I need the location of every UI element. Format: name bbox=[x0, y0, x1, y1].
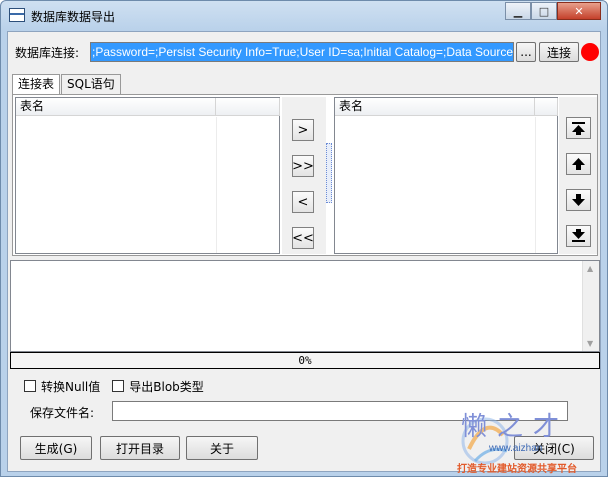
tables-tab-panel: 表名 > >> < << 表名 bbox=[12, 94, 598, 256]
maximize-button[interactable]: □ bbox=[531, 2, 557, 20]
remove-one-button[interactable]: < bbox=[292, 191, 314, 213]
move-bottom-icon bbox=[572, 229, 585, 242]
watermark-url: www.aizhan bbox=[489, 443, 543, 454]
generate-button[interactable]: 生成(G) bbox=[20, 436, 92, 460]
window-title: 数据库数据导出 bbox=[31, 10, 116, 24]
scroll-down-icon[interactable]: ▼ bbox=[587, 339, 593, 348]
close-window-button[interactable]: ✕ bbox=[557, 2, 601, 20]
target-list-body[interactable] bbox=[335, 117, 557, 253]
save-filename-label: 保存文件名: bbox=[30, 406, 95, 420]
window-controls: ▁ □ ✕ bbox=[505, 2, 601, 20]
open-directory-button[interactable]: 打开目录 bbox=[100, 436, 180, 460]
tab-tables[interactable]: 连接表 bbox=[12, 74, 61, 95]
connection-status-indicator bbox=[581, 43, 599, 61]
export-blob-checkbox[interactable] bbox=[112, 380, 125, 392]
source-list-header: 表名 bbox=[16, 98, 280, 116]
export-options: 转换Null值 导出Blob类型 bbox=[24, 378, 216, 394]
browse-connection-button[interactable]: ... bbox=[516, 42, 536, 62]
tab-sql[interactable]: SQL语句 bbox=[61, 74, 121, 94]
connection-string-value: ;Password=;Persist Security Info=True;Us… bbox=[91, 43, 514, 61]
target-column-tablename[interactable]: 表名 bbox=[335, 98, 535, 116]
move-down-icon bbox=[572, 194, 585, 206]
move-up-icon bbox=[572, 158, 585, 170]
progress-text: 0% bbox=[298, 354, 312, 367]
transfer-buttons: > >> < << bbox=[282, 97, 326, 254]
target-table-list[interactable]: 表名 bbox=[334, 97, 558, 254]
move-bottom-button[interactable] bbox=[566, 225, 591, 247]
convert-null-checkbox[interactable] bbox=[24, 380, 36, 392]
watermark-tagline: 打造专业建站资源共享平台 bbox=[457, 464, 577, 475]
watermark-brand: 懒之才 bbox=[461, 412, 570, 442]
add-one-button[interactable]: > bbox=[292, 119, 314, 141]
log-output[interactable]: ▲ ▼ bbox=[10, 260, 600, 352]
move-top-button[interactable] bbox=[566, 117, 591, 139]
connect-button[interactable]: 连接 bbox=[539, 42, 579, 62]
source-column-divider bbox=[216, 117, 217, 253]
move-up-button[interactable] bbox=[566, 153, 591, 175]
add-all-button[interactable]: >> bbox=[292, 155, 314, 177]
move-down-button[interactable] bbox=[566, 189, 591, 211]
panel-splitter[interactable] bbox=[326, 143, 332, 203]
database-app-icon bbox=[9, 8, 25, 22]
app-window: 数据库数据导出 ▁ □ ✕ 数据库连接: ;Password=;Persist … bbox=[0, 0, 608, 477]
title-bar[interactable]: 数据库数据导出 ▁ □ ✕ bbox=[1, 1, 607, 31]
order-buttons bbox=[559, 97, 597, 254]
export-blob-label[interactable]: 导出Blob类型 bbox=[129, 378, 204, 395]
connection-row: 数据库连接: ;Password=;Persist Security Info=… bbox=[8, 40, 602, 64]
connection-label: 数据库连接: bbox=[15, 46, 80, 60]
connection-string-input[interactable]: ;Password=;Persist Security Info=True;Us… bbox=[90, 42, 514, 62]
remove-all-button[interactable]: << bbox=[292, 227, 314, 249]
target-list-header: 表名 bbox=[335, 98, 558, 116]
scroll-up-icon[interactable]: ▲ bbox=[587, 264, 593, 273]
source-list-body[interactable] bbox=[16, 117, 279, 253]
target-column-divider bbox=[535, 117, 536, 253]
source-column-extra[interactable] bbox=[216, 98, 280, 116]
minimize-button[interactable]: ▁ bbox=[505, 2, 531, 20]
tab-strip: 连接表 SQL语句 bbox=[12, 74, 122, 95]
about-button[interactable]: 关于 bbox=[186, 436, 258, 460]
convert-null-label[interactable]: 转换Null值 bbox=[41, 378, 100, 395]
log-scrollbar[interactable]: ▲ ▼ bbox=[582, 261, 599, 351]
move-top-icon bbox=[572, 122, 585, 135]
source-column-tablename[interactable]: 表名 bbox=[16, 98, 216, 116]
source-table-list[interactable]: 表名 bbox=[15, 97, 280, 254]
target-column-extra[interactable] bbox=[535, 98, 558, 116]
export-progress-bar: 0% bbox=[10, 352, 600, 369]
